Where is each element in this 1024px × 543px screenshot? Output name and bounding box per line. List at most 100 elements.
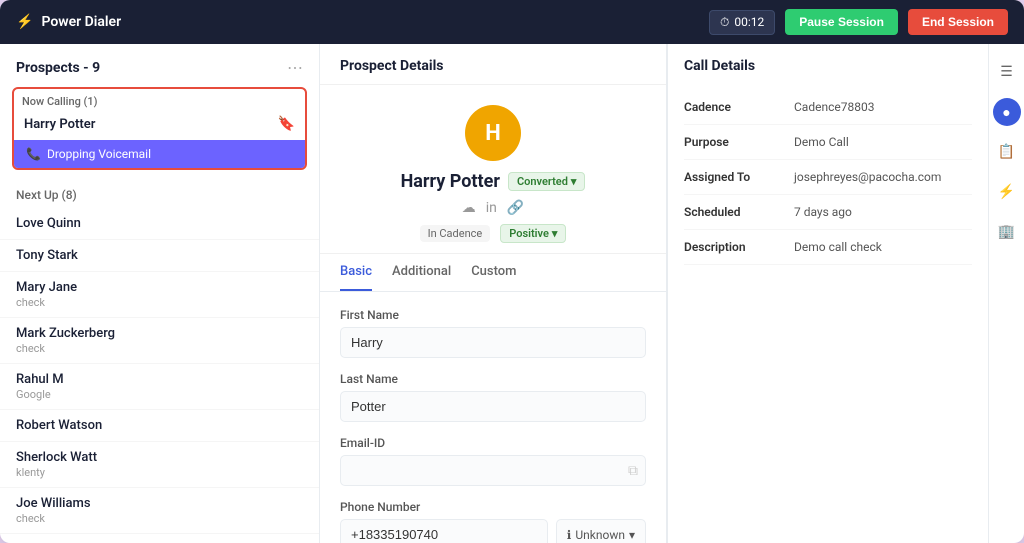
phone-type-label: Unknown	[575, 528, 625, 542]
detail-row: Assigned To josephreyes@pacocha.com	[684, 160, 972, 195]
prospect-name: Mark Zuckerberg	[16, 326, 303, 341]
bookmark-icon[interactable]: 🔖	[278, 116, 295, 132]
phone-input[interactable]	[340, 519, 548, 543]
copy-icon[interactable]: ⧉	[628, 463, 638, 479]
list-item[interactable]: Robert Watson	[0, 410, 319, 442]
list-icon[interactable]: ☰	[993, 58, 1021, 86]
left-panel: Prospects - 9 ⋯ Now Calling (1) Harry Po…	[0, 44, 320, 543]
lightning-icon: ⚡	[16, 14, 33, 30]
timer-badge: ⏱ 00:12	[709, 10, 775, 35]
tab-additional[interactable]: Additional	[392, 254, 451, 291]
last-name-label: Last Name	[340, 372, 646, 386]
detail-row: Cadence Cadence78803	[684, 90, 972, 125]
positive-badge[interactable]: Positive ▾	[500, 224, 566, 243]
right-actions: ☰ ● 📋 ⚡ 🏢	[988, 44, 1024, 543]
detail-row: Description Demo call check	[684, 230, 972, 265]
now-calling-box: Now Calling (1) Harry Potter 🔖 📞 Droppin…	[12, 87, 307, 170]
detail-value: Cadence78803	[794, 100, 972, 114]
panel-title: Prospects - 9	[16, 60, 100, 76]
first-name-field: First Name	[340, 308, 646, 358]
status-row: In Cadence Positive ▾	[420, 224, 567, 243]
call-details-header: Call Details	[668, 44, 988, 84]
social-icons: ☁ in 🔗	[462, 200, 525, 216]
prospect-details-title: Prospect Details	[320, 44, 666, 85]
prospect-sub: check	[16, 512, 303, 525]
prospect-name: Tony Stark	[16, 248, 303, 263]
call-details-title: Call Details	[684, 58, 755, 74]
in-cadence-tag: In Cadence	[420, 225, 491, 242]
prospect-sub: check	[16, 342, 303, 355]
calling-name: Harry Potter	[24, 117, 95, 132]
link-icon[interactable]: 🔗	[507, 200, 524, 216]
profile-name-row: Harry Potter Converted ▾	[401, 171, 586, 192]
now-calling-section: Now Calling (1) Harry Potter 🔖 📞 Droppin…	[0, 87, 319, 180]
detail-key: Description	[684, 240, 794, 254]
detail-row: Scheduled 7 days ago	[684, 195, 972, 230]
last-name-input[interactable]	[340, 391, 646, 422]
converted-badge[interactable]: Converted ▾	[508, 172, 586, 191]
app-container: ⚡ Power Dialer ⏱ 00:12 Pause Session End…	[0, 0, 1024, 543]
list-item[interactable]: Love Quinn	[0, 208, 319, 240]
detail-key: Cadence	[684, 100, 794, 114]
tab-custom[interactable]: Custom	[471, 254, 516, 291]
email-field: Email-ID ⧉	[340, 436, 646, 486]
first-name-label: First Name	[340, 308, 646, 322]
prospect-name: Robert Watson	[16, 418, 303, 433]
email-label: Email-ID	[340, 436, 646, 450]
prospect-name: Love Quinn	[16, 216, 303, 231]
building-icon[interactable]: 🏢	[993, 218, 1021, 246]
prospect-name: Mary Jane	[16, 280, 303, 295]
avatar: H	[465, 105, 521, 161]
detail-row: Purpose Demo Call	[684, 125, 972, 160]
list-item[interactable]: Mary Jane check	[0, 272, 319, 318]
voicemail-bar[interactable]: 📞 Dropping Voicemail	[14, 140, 305, 168]
phone-label: Phone Number	[340, 500, 646, 514]
call-details-content: Cadence Cadence78803 Purpose Demo Call A…	[668, 84, 988, 543]
prospect-name: Rahul M	[16, 372, 303, 387]
tabs-row: Basic Additional Custom	[320, 254, 666, 292]
chevron-down-icon: ▾	[552, 227, 558, 240]
lightning-icon[interactable]: ⚡	[993, 178, 1021, 206]
chevron-down-icon: ▾	[629, 528, 635, 542]
pause-session-button[interactable]: Pause Session	[785, 9, 898, 35]
prospect-sub: klenty	[16, 466, 303, 479]
right-panel: Call Details Cadence Cadence78803 Purpos…	[668, 44, 988, 543]
list-item[interactable]: Joe Williams check	[0, 488, 319, 534]
detail-value: Demo Call	[794, 135, 972, 149]
header-right: ⏱ 00:12 Pause Session End Session	[709, 9, 1008, 35]
middle-panel: Prospect Details H Harry Potter Converte…	[320, 44, 667, 543]
voicemail-icon: 📞	[26, 147, 41, 161]
header: ⚡ Power Dialer ⏱ 00:12 Pause Session End…	[0, 0, 1024, 44]
voicemail-label: Dropping Voicemail	[47, 147, 151, 161]
end-session-button[interactable]: End Session	[908, 9, 1008, 35]
panel-header: Prospects - 9 ⋯	[0, 44, 319, 87]
cloud-icon[interactable]: ☁	[462, 200, 476, 216]
phone-row: ℹ Unknown ▾	[340, 519, 646, 543]
list-item[interactable]: Mark Zuckerberg check	[0, 318, 319, 364]
notes-icon[interactable]: 📋	[993, 138, 1021, 166]
detail-value: 7 days ago	[794, 205, 972, 219]
linkedin-icon[interactable]: in	[486, 200, 497, 216]
header-left: ⚡ Power Dialer	[16, 14, 121, 30]
list-item[interactable]: Tony Stark	[0, 240, 319, 272]
right-side-wrapper: Call Details Cadence Cadence78803 Purpos…	[667, 44, 1024, 543]
tab-basic[interactable]: Basic	[340, 254, 372, 291]
prospect-sub: check	[16, 296, 303, 309]
detail-key: Scheduled	[684, 205, 794, 219]
prospect-profile: H Harry Potter Converted ▾ ☁ in 🔗 In Cad…	[320, 85, 666, 254]
phone-type-select[interactable]: ℹ Unknown ▾	[556, 519, 646, 543]
detail-value: Demo call check	[794, 240, 972, 254]
chevron-down-icon: ▾	[571, 175, 577, 188]
detail-key: Assigned To	[684, 170, 794, 184]
app-title: Power Dialer	[41, 14, 121, 30]
detail-value: josephreyes@pacocha.com	[794, 170, 972, 184]
panel-menu-icon[interactable]: ⋯	[287, 58, 303, 77]
phone-input-wrap	[340, 519, 548, 543]
prospects-list: Love Quinn Tony Stark Mary Jane check Ma…	[0, 208, 319, 543]
first-name-input[interactable]	[340, 327, 646, 358]
phone-field: Phone Number ℹ Unknown ▾	[340, 500, 646, 543]
list-item[interactable]: Rahul M Google	[0, 364, 319, 410]
email-input[interactable]	[340, 455, 646, 486]
circle-icon[interactable]: ●	[993, 98, 1021, 126]
list-item[interactable]: Sherlock Watt klenty	[0, 442, 319, 488]
